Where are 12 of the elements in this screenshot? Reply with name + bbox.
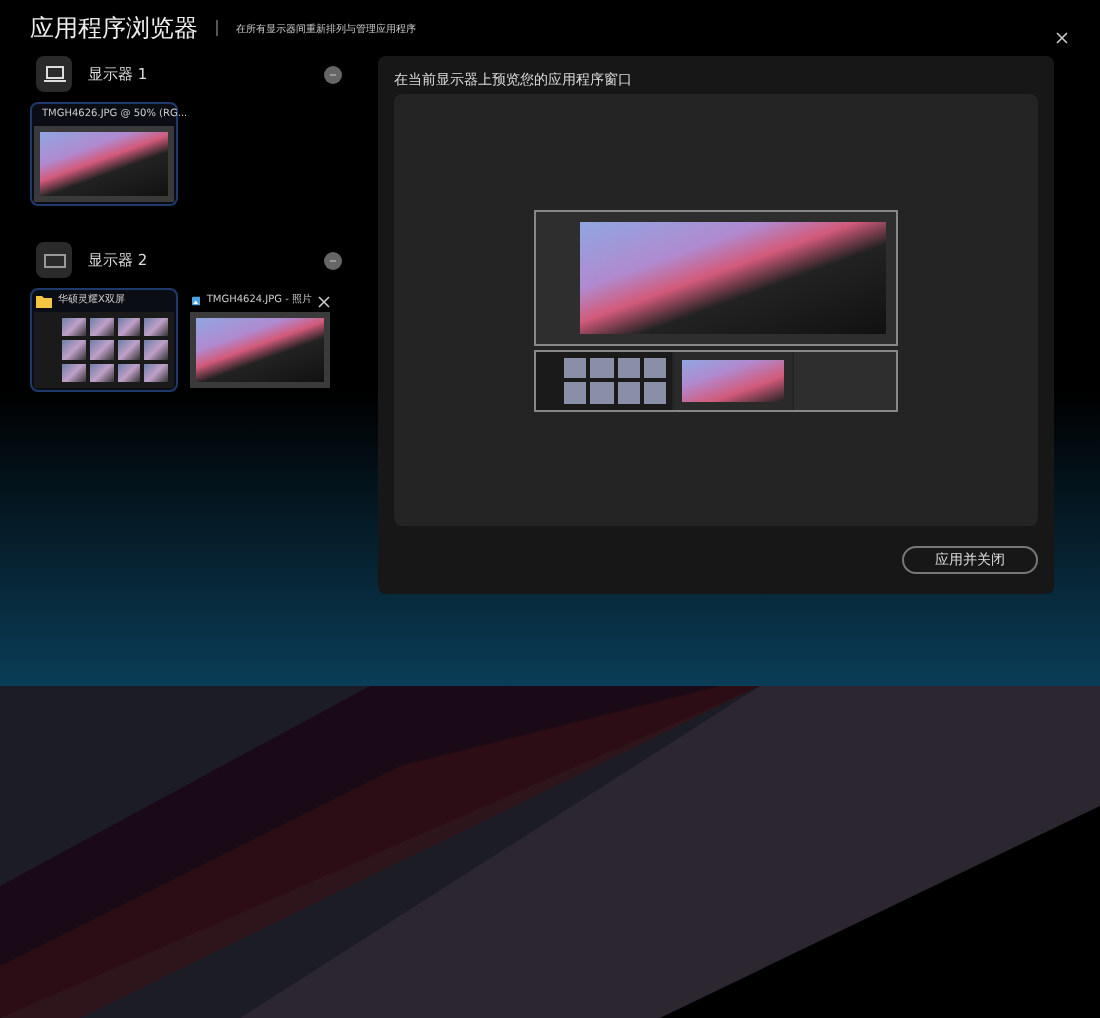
photos-icon (192, 294, 201, 308)
close-icon[interactable] (1056, 32, 1068, 44)
window-thumbnail (34, 126, 174, 202)
monitor-icon (36, 242, 72, 278)
folder-icon (36, 294, 52, 308)
window-thumbnail (34, 312, 174, 388)
display-toggle[interactable] (324, 65, 342, 83)
window-title: 应用程序浏览器 (30, 12, 198, 46)
close-icon[interactable] (318, 296, 330, 308)
display-toggle[interactable] (324, 251, 342, 269)
laptop-icon (36, 56, 72, 92)
window-thumbnail (190, 312, 330, 388)
